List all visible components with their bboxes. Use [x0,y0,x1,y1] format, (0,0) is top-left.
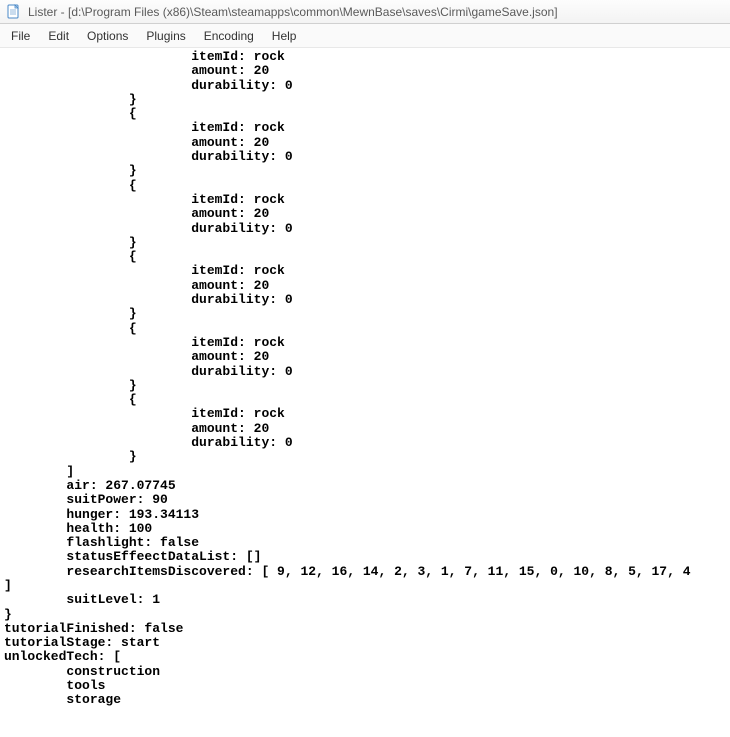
menu-options[interactable]: Options [78,27,137,45]
menu-encoding[interactable]: Encoding [195,27,263,45]
app-icon [6,4,22,20]
menu-file[interactable]: File [2,27,39,45]
menu-bar: File Edit Options Plugins Encoding Help [0,24,730,48]
file-content[interactable]: itemId: rock amount: 20 durability: 0 } … [0,48,730,710]
menu-edit[interactable]: Edit [39,27,78,45]
menu-plugins[interactable]: Plugins [137,27,194,45]
window-title: Lister - [d:\Program Files (x86)\Steam\s… [28,5,558,19]
menu-help[interactable]: Help [263,27,306,45]
title-bar: Lister - [d:\Program Files (x86)\Steam\s… [0,0,730,24]
